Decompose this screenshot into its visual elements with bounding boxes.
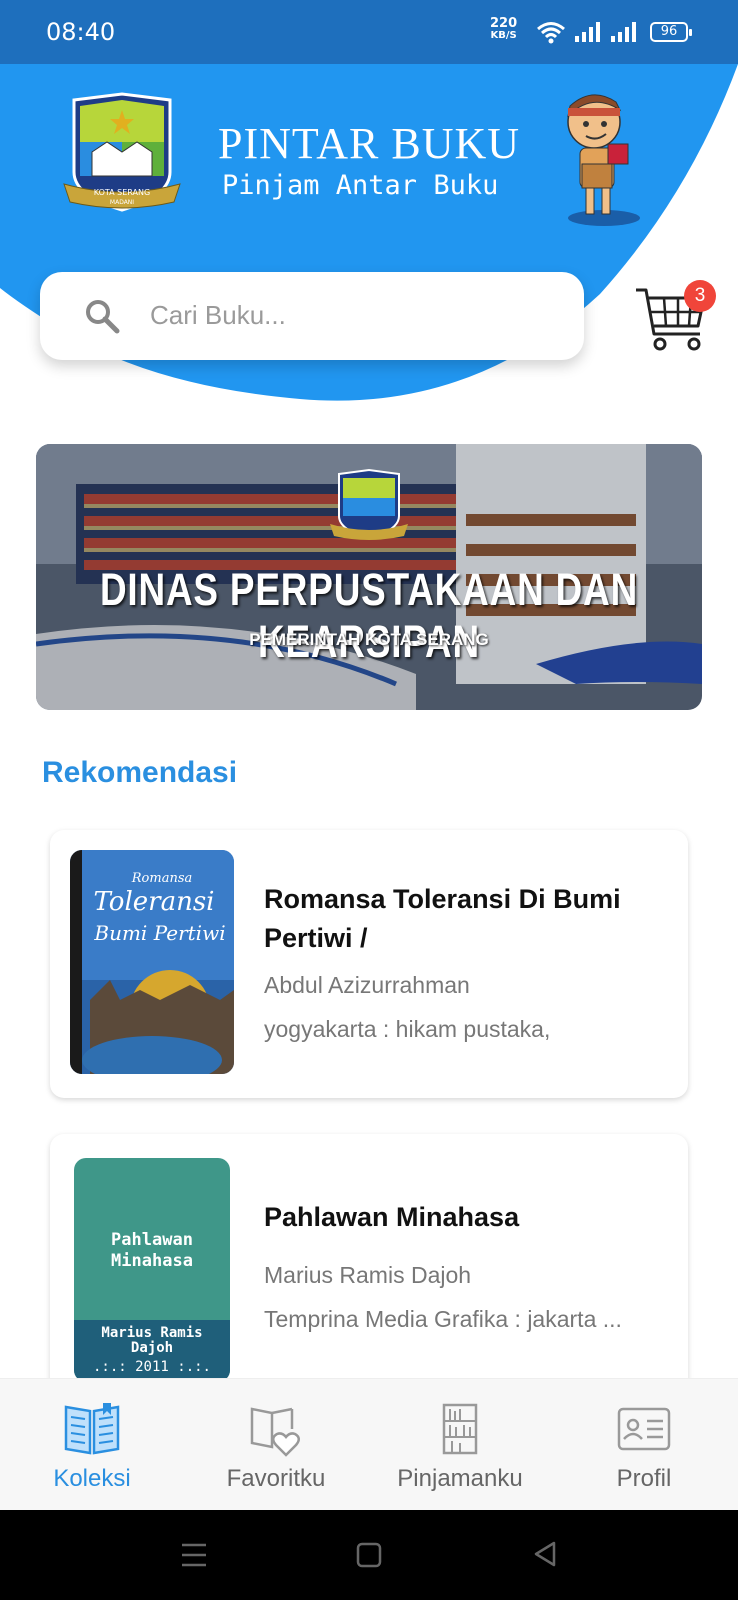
banner-title: DINAS PERPUSTAKAAN DAN KEARSIPAN — [99, 564, 639, 667]
logo-text: KOTA SERANG — [94, 188, 150, 197]
id-card-icon — [617, 1407, 671, 1451]
book-title: Romansa Toleransi Di Bumi Pertiwi / — [264, 884, 621, 953]
signal-icon-2 — [611, 22, 636, 42]
book-publisher: yogyakarta : hikam pustaka, — [264, 1016, 551, 1042]
menu-icon[interactable] — [180, 1542, 208, 1568]
library-banner[interactable]: DINAS PERPUSTAKAAN DAN KEARSIPAN PEMERIN… — [36, 444, 702, 710]
nav-label-favoritku: Favoritku — [226, 1465, 326, 1492]
search-input[interactable]: Cari Buku... — [40, 272, 584, 360]
nav-item-favoritku[interactable]: Favoritku — [184, 1379, 368, 1511]
system-navigation-bar — [0, 1510, 738, 1600]
cover-text-1: Romansa — [131, 871, 193, 886]
search-icon — [86, 300, 120, 334]
cover-author-band: Marius Ramis Dajoh .:.: 2011 :.:. — [74, 1320, 230, 1382]
nav-item-profil[interactable]: Profil — [552, 1379, 736, 1511]
signal-icon — [575, 22, 600, 42]
battery-icon: 96 — [650, 22, 692, 42]
book-card[interactable]: Romansa Toleransi Bumi Pertiwi Romansa T… — [50, 830, 688, 1098]
book-cover: Romansa Toleransi Bumi Pertiwi — [70, 850, 234, 1074]
book-cover: Pahlawan Minahasa Marius Ramis Dajoh .:.… — [74, 1158, 230, 1382]
nav-item-koleksi[interactable]: Koleksi — [0, 1379, 184, 1511]
cart-badge: 3 — [684, 280, 716, 312]
nav-label-profil: Profil — [616, 1465, 672, 1492]
mascot-illustration — [567, 94, 640, 226]
cover-text-3: Bumi Pertiwi — [93, 921, 225, 945]
bookshelf-icon — [442, 1403, 478, 1455]
network-speed-unit: KB/S — [490, 30, 517, 41]
status-time: 08:40 — [46, 18, 116, 46]
nav-label-koleksi: Koleksi — [53, 1465, 131, 1492]
bottom-navigation: Koleksi Favoritku Pinjamanku Profil — [0, 1378, 738, 1510]
app-screen: 08:40 220 KB/S 96 KOTA SERANG MADANI PIN… — [0, 0, 738, 1600]
book-author: Marius Ramis Dajoh — [264, 1262, 472, 1288]
cover-author: Marius Ramis Dajoh — [101, 1325, 203, 1356]
cover-year: .:.: 2011 :.:. — [92, 1359, 211, 1375]
home-icon[interactable] — [356, 1542, 382, 1568]
open-book-icon — [64, 1403, 120, 1455]
nav-item-pinjamanku[interactable]: Pinjamanku — [368, 1379, 552, 1511]
section-title-recommendations: Rekomendasi — [42, 756, 238, 789]
banner-subtitle: PEMERINTAH KOTA SERANG — [249, 630, 489, 649]
search-placeholder: Cari Buku... — [150, 300, 286, 330]
wifi-icon — [537, 22, 565, 44]
cover-text-2: Toleransi — [93, 887, 214, 917]
book-title: Pahlawan Minahasa — [264, 1202, 520, 1232]
app-subtitle: Pinjam Antar Buku — [222, 170, 499, 201]
app-title: PINTAR BUKU — [218, 119, 521, 168]
status-bar: 08:40 220 KB/S 96 — [0, 0, 738, 64]
network-speed: 220 KB/S — [490, 16, 518, 42]
logo-subtext: MADANI — [110, 199, 134, 206]
kota-serang-logo: KOTA SERANG MADANI — [63, 92, 181, 212]
nav-label-pinjamanku: Pinjamanku — [397, 1465, 523, 1492]
book-publisher: Temprina Media Grafika : jakarta ... — [264, 1306, 622, 1332]
book-author: Abdul Azizurrahman — [264, 972, 470, 998]
book-heart-icon — [250, 1407, 300, 1457]
cover-title: Pahlawan Minahasa — [111, 1230, 193, 1271]
network-speed-value: 220 — [490, 16, 518, 31]
back-icon[interactable] — [532, 1540, 558, 1568]
